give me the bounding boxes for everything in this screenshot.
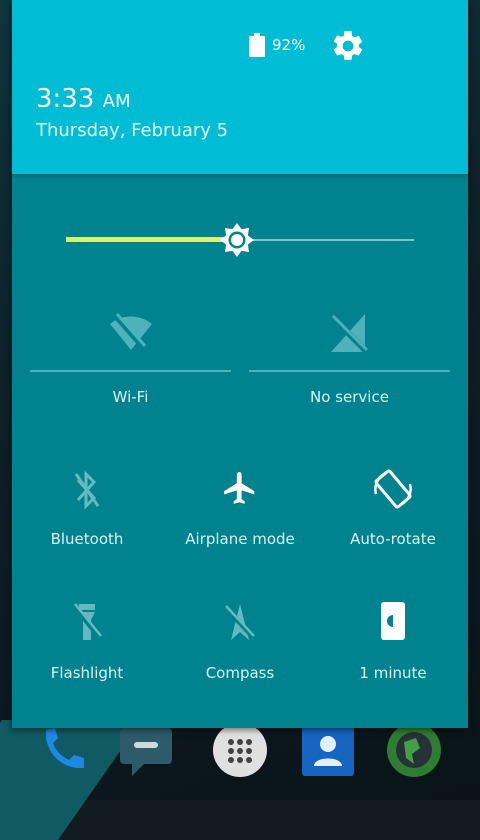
quick-settings-panel: 92% 3:33 AM Thursday, February 5 Wi-Fi N…: [12, 0, 468, 728]
app-drawer-icon[interactable]: [212, 722, 268, 778]
tile-bluetooth[interactable]: Bluetooth: [12, 460, 162, 560]
flashlight-off-icon: [72, 603, 102, 640]
clock-time: 3:33: [36, 84, 95, 114]
settings-gear-icon[interactable]: [330, 28, 366, 64]
messaging-icon[interactable]: [118, 722, 174, 778]
tile-airplane-mode-label: Airplane mode: [185, 530, 295, 548]
tile-airplane-mode[interactable]: Airplane mode: [165, 460, 315, 560]
auto-rotate-icon: [374, 469, 412, 509]
screen-timeout-icon: [381, 602, 405, 640]
brightness-slider[interactable]: [66, 220, 414, 260]
tile-cellular[interactable]: No service: [249, 296, 450, 416]
battery-icon: [249, 33, 265, 57]
clock-ampm: AM: [102, 91, 131, 112]
notification-header: 92% 3:33 AM Thursday, February 5: [12, 0, 468, 174]
tile-cellular-label: No service: [310, 388, 389, 406]
no-signal-icon: [330, 314, 369, 354]
tile-screen-timeout[interactable]: 1 minute: [318, 596, 468, 696]
airplane-icon: [224, 472, 255, 504]
tile-auto-rotate[interactable]: Auto-rotate: [318, 460, 468, 560]
compass-off-icon: [224, 604, 256, 640]
contacts-icon[interactable]: [300, 722, 356, 778]
battery-percentage: 92%: [272, 36, 306, 54]
tile-compass-label: Compass: [205, 664, 275, 682]
clock[interactable]: 3:33 AM: [36, 84, 131, 114]
wifi-off-icon: [110, 313, 152, 350]
phone-icon[interactable]: [36, 722, 92, 778]
wifi-divider: [30, 370, 231, 372]
tile-flashlight-label: Flashlight: [50, 664, 124, 682]
tile-wifi-label: Wi-Fi: [112, 388, 149, 406]
date-label[interactable]: Thursday, February 5: [36, 120, 228, 141]
tile-screen-timeout-label: 1 minute: [359, 664, 427, 682]
browser-icon[interactable]: [386, 722, 442, 778]
tile-compass[interactable]: Compass: [165, 596, 315, 696]
tile-flashlight[interactable]: Flashlight: [12, 596, 162, 696]
cellular-divider: [249, 370, 450, 372]
tile-wifi[interactable]: Wi-Fi: [30, 296, 231, 416]
brightness-fill: [66, 237, 237, 242]
tile-auto-rotate-label: Auto-rotate: [350, 530, 436, 548]
bluetooth-off-icon: [74, 470, 100, 510]
tile-bluetooth-label: Bluetooth: [50, 530, 124, 548]
brightness-sun-icon[interactable]: [217, 220, 257, 260]
